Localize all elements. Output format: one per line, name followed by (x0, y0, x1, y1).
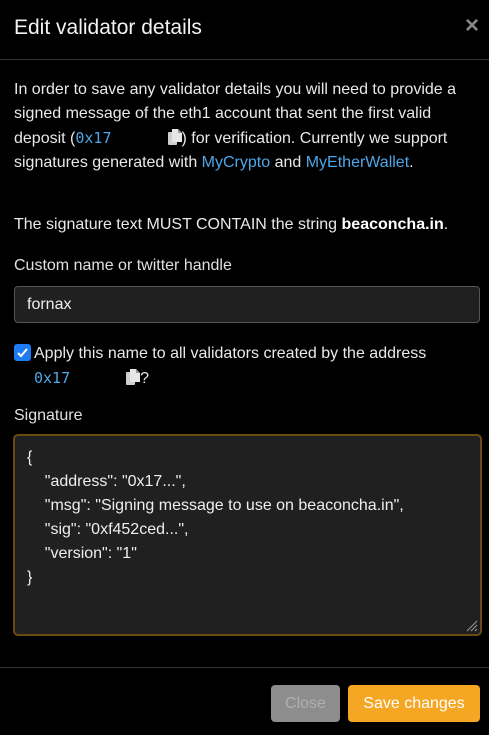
question-mark: ? (140, 370, 150, 387)
intro-paragraph: In order to save any validator details y… (14, 78, 476, 175)
signature-label: Signature (14, 407, 83, 424)
apply-all-address-line: 0x17? (34, 366, 149, 391)
must-contain-value: beaconcha.in (341, 216, 444, 233)
save-button[interactable]: Save changes (348, 685, 480, 722)
deposit-address[interactable]: 0x17 (75, 129, 111, 147)
name-field-label: Custom name or twitter handle (14, 257, 232, 274)
resize-handle-icon[interactable] (464, 618, 478, 632)
myetherwallet-link[interactable]: MyEtherWallet (306, 154, 409, 171)
creator-address[interactable]: 0x17 (34, 369, 70, 387)
copy-icon[interactable] (167, 129, 182, 145)
must-contain-text: The signature text MUST CONTAIN the stri… (14, 216, 448, 234)
close-icon[interactable]: × (465, 14, 479, 38)
modal-title: Edit validator details (14, 16, 202, 39)
must-contain-end: . (443, 216, 449, 233)
custom-name-input[interactable]: fornax (14, 286, 480, 323)
modal-header: Edit validator details × (0, 0, 489, 60)
mycrypto-link[interactable]: MyCrypto (202, 154, 270, 171)
must-contain-label: The signature text MUST CONTAIN the stri… (14, 216, 342, 233)
modal-footer: Close Save changes (0, 667, 489, 735)
close-button[interactable]: Close (271, 685, 340, 722)
apply-all-checkbox[interactable] (14, 344, 31, 361)
signature-textarea[interactable]: { "address": "0x17...", "msg": "Signing … (13, 434, 482, 636)
apply-all-label[interactable]: Apply this name to all validators create… (34, 342, 480, 366)
intro-text-3: and (270, 154, 306, 171)
intro-text-4: . (409, 154, 414, 171)
copy-icon[interactable] (126, 369, 141, 385)
